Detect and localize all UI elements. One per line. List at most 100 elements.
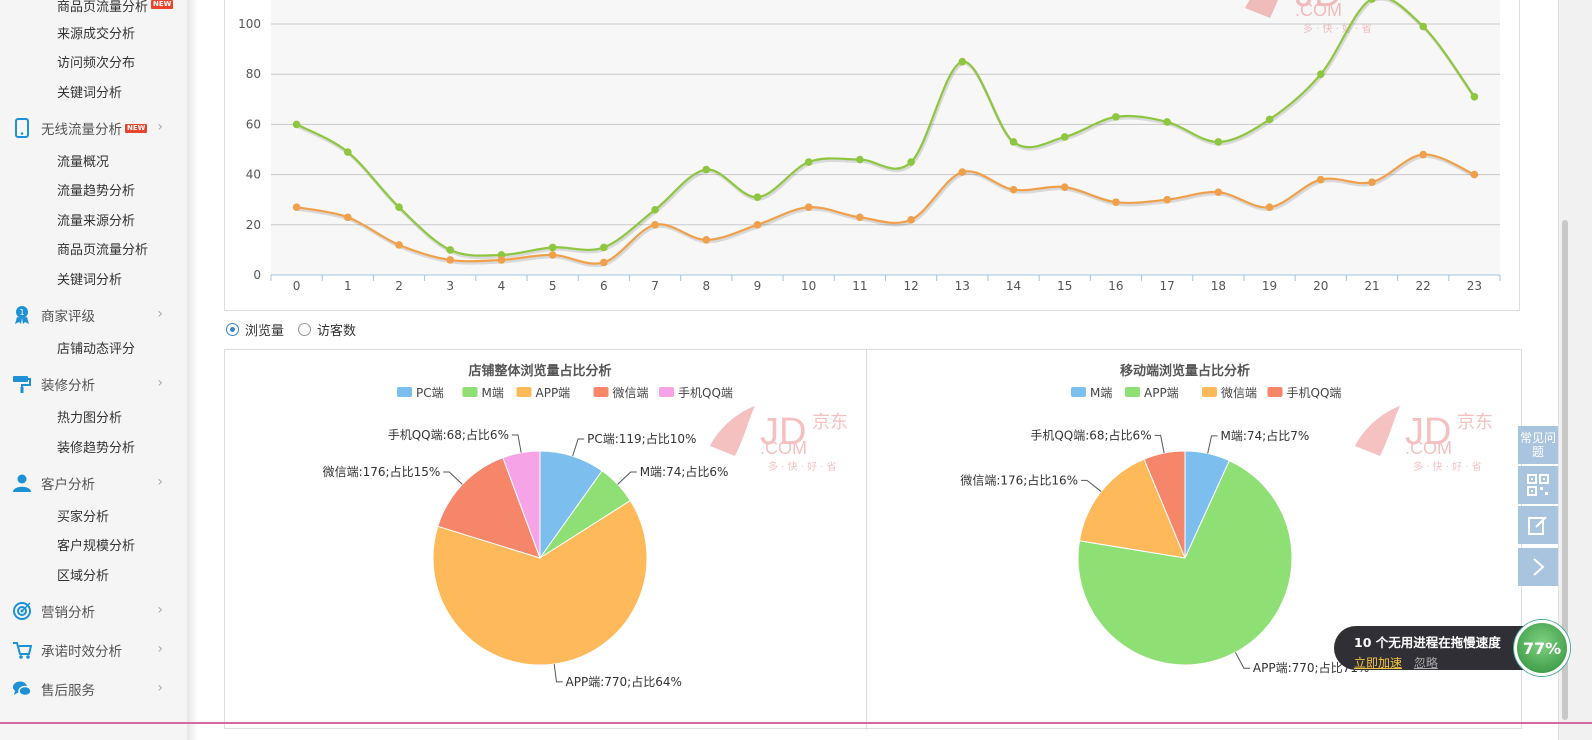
metric-radio-group: 浏览量 访客数 bbox=[226, 320, 370, 339]
label-leader bbox=[1081, 479, 1102, 492]
sidebar-item-product-page-flow[interactable]: 商品页流量分析 NEW bbox=[57, 0, 177, 15]
x-tick-label: 14 bbox=[1006, 279, 1021, 293]
sidebar-item-source-deal[interactable]: 来源成交分析 bbox=[57, 23, 177, 42]
sidebar-item-customer-scale[interactable]: 客户规模分析 bbox=[57, 535, 177, 554]
sidebar-item-shop-rating[interactable]: 店铺动态评分 bbox=[57, 338, 177, 357]
data-point bbox=[753, 193, 762, 201]
sidebar-item-wireless-keywords[interactable]: 关键词分析 bbox=[57, 269, 177, 288]
jd-watermark: JD京东.COM多 · 快 · 好 · 省 bbox=[710, 406, 848, 473]
watermark-com: .COM bbox=[1405, 438, 1452, 458]
label-leader bbox=[1207, 435, 1218, 454]
bottom-border bbox=[0, 722, 1592, 724]
chevron-right-icon[interactable] bbox=[1518, 548, 1558, 586]
sidebar-group-wireless[interactable]: 无线流量分析 NEW › bbox=[12, 116, 177, 140]
chevron-right-icon: › bbox=[157, 641, 163, 657]
new-badge: NEW bbox=[151, 0, 174, 9]
sidebar-group-aftersale[interactable]: 售后服务 › bbox=[12, 677, 177, 701]
data-point bbox=[651, 221, 659, 229]
sidebar-item-buyer-analysis[interactable]: 买家分析 bbox=[57, 506, 177, 525]
radio-pageviews[interactable] bbox=[226, 323, 239, 336]
sidebar-item-flow-source[interactable]: 流量来源分析 bbox=[57, 210, 177, 229]
y-tick-label: 40 bbox=[246, 168, 261, 182]
sidebar-group-label: 售后服务 bbox=[41, 683, 95, 699]
data-point bbox=[1060, 183, 1069, 191]
x-tick-label: 12 bbox=[903, 279, 918, 293]
data-point bbox=[958, 57, 967, 66]
data-point bbox=[1316, 175, 1325, 184]
svg-text:1: 1 bbox=[19, 308, 24, 317]
sidebar-group-rating[interactable]: 1 商家评级 › bbox=[12, 303, 177, 327]
sidebar-group-customer[interactable]: 客户分析 › bbox=[12, 471, 177, 495]
sidebar-shadow bbox=[188, 0, 198, 740]
label-leader bbox=[511, 434, 522, 453]
edit-icon[interactable] bbox=[1518, 506, 1558, 544]
sidebar-item-region[interactable]: 区域分析 bbox=[57, 565, 177, 584]
mobile-phone-icon bbox=[12, 118, 32, 138]
legend-label: APP端 bbox=[536, 386, 571, 400]
sidebar-group-label: 装修分析 bbox=[41, 378, 95, 394]
sidebar-group-promise[interactable]: 承诺时效分析 › bbox=[12, 638, 177, 662]
sidebar-item-heatmap[interactable]: 热力图分析 bbox=[57, 407, 177, 426]
jd-dog-logo bbox=[710, 406, 755, 456]
data-point bbox=[804, 203, 813, 212]
y-tick-label: 0 bbox=[253, 268, 261, 282]
legend-label: 手机QQ端 bbox=[1287, 386, 1342, 400]
label-leader bbox=[1234, 652, 1250, 669]
data-point bbox=[395, 203, 403, 212]
pie-title: 移动端浏览量占比分析 bbox=[1120, 363, 1250, 379]
legend-swatch bbox=[462, 387, 478, 397]
data-point bbox=[856, 155, 864, 164]
sidebar-item-visit-frequency[interactable]: 访问频次分布 bbox=[57, 52, 177, 71]
data-point bbox=[292, 120, 301, 129]
speedup-now-link[interactable]: 立即加速 bbox=[1354, 656, 1402, 670]
sidebar-item-decor-trend[interactable]: 装修趋势分析 bbox=[57, 437, 177, 456]
qr-code-icon[interactable] bbox=[1518, 466, 1558, 504]
x-tick-label: 11 bbox=[852, 279, 867, 293]
data-point bbox=[344, 148, 352, 156]
data-point bbox=[702, 236, 711, 244]
data-point bbox=[1112, 113, 1120, 121]
legend-label: PC端 bbox=[416, 386, 444, 400]
data-point bbox=[1316, 70, 1325, 78]
sidebar-group-label: 客户分析 bbox=[41, 477, 95, 493]
data-point bbox=[1419, 22, 1427, 31]
watermark-cn: 京东 bbox=[1457, 412, 1493, 433]
legend-swatch bbox=[593, 387, 609, 397]
x-tick-label: 18 bbox=[1211, 279, 1226, 293]
radio-visitors[interactable] bbox=[298, 323, 312, 336]
x-tick-label: 15 bbox=[1057, 279, 1072, 293]
award-ribbon-icon: 1 bbox=[12, 305, 32, 325]
sidebar-group-label: 无线流量分析 bbox=[41, 122, 122, 138]
watermark-slogan: 多 · 快 · 好 · 省 bbox=[1413, 460, 1482, 473]
chevron-right-icon: › bbox=[157, 119, 163, 135]
radio-pageviews-label[interactable]: 浏览量 bbox=[245, 320, 284, 339]
sidebar-item-flow-trend[interactable]: 流量趋势分析 bbox=[57, 180, 177, 199]
speed-percent-badge[interactable]: 77% bbox=[1514, 620, 1570, 676]
x-tick-label: 0 bbox=[293, 279, 301, 293]
slice-label: M端:74;占比7% bbox=[1221, 428, 1310, 443]
sidebar-item-flow-overview[interactable]: 流量概况 bbox=[57, 151, 177, 170]
chevron-right-icon: › bbox=[157, 306, 163, 322]
x-tick-label: 5 bbox=[549, 279, 557, 293]
legend-label: M端 bbox=[1090, 386, 1112, 400]
data-point bbox=[446, 256, 455, 264]
sidebar-group-marketing[interactable]: 营销分析 › bbox=[12, 599, 177, 623]
sidebar-group-decor[interactable]: 装修分析 › bbox=[12, 372, 177, 396]
legend-swatch bbox=[516, 387, 532, 397]
chevron-right-icon: › bbox=[157, 474, 163, 490]
x-tick-label: 23 bbox=[1467, 279, 1482, 293]
label-leader bbox=[443, 471, 463, 485]
faq-button[interactable]: 常见问题 bbox=[1518, 426, 1558, 464]
slice-label: 微信端:176;占比16% bbox=[960, 472, 1078, 487]
panel-divider bbox=[866, 350, 867, 730]
chevron-right-icon: › bbox=[157, 602, 163, 618]
radio-visitors-label[interactable]: 访客数 bbox=[317, 320, 356, 339]
sidebar-item-keywords[interactable]: 关键词分析 bbox=[57, 82, 177, 101]
ignore-link[interactable]: 忽略 bbox=[1414, 656, 1438, 670]
sidebar-item-product-page[interactable]: 商品页流量分析 bbox=[57, 239, 177, 258]
x-tick-label: 8 bbox=[702, 279, 710, 293]
data-point bbox=[548, 251, 557, 259]
data-point bbox=[446, 246, 455, 254]
pie-chart-2: 移动端浏览量占比分析M端 APP端 微信端 手机QQ端M端:74;占比7%APP端:7… bbox=[960, 363, 1369, 675]
watermark-slogan: 多 · 快 · 好 · 省 bbox=[768, 460, 837, 473]
